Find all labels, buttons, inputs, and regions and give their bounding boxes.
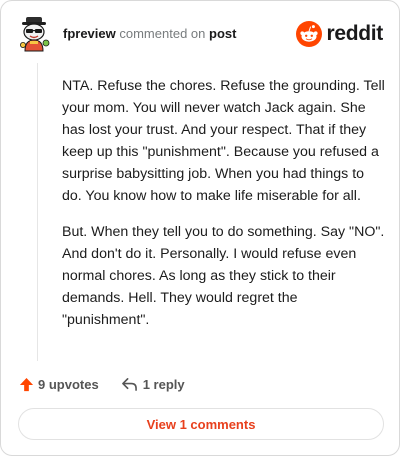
reply-button[interactable]: 1 reply [121,377,185,392]
reply-arrow-icon [121,377,137,391]
reply-count: 1 reply [142,376,185,392]
comment-header: fpreview commented on post reddit [17,15,383,53]
upvote-button[interactable]: 9 upvotes [19,377,99,392]
comment-actions: 9 upvotes 1 reply [19,373,185,395]
post-link[interactable]: post [209,26,236,41]
upvote-arrow-icon [19,377,34,391]
comment-paragraph: NTA. Refuse the chores. Refuse the groun… [62,78,385,204]
reddit-wordmark: reddit [326,22,383,45]
reddit-logo-icon [296,21,323,47]
thread-line [37,63,38,361]
username-link[interactable]: fpreview [63,26,116,41]
upvote-count: 9 upvotes [38,376,99,392]
user-avatar-icon[interactable] [17,15,53,53]
comment-meta: fpreview commented on post [63,26,236,41]
comment-paragraph: But. When they tell you to do something.… [62,224,385,328]
action-text: commented on [119,26,206,41]
view-comments-button[interactable]: View 1 comments [18,408,384,440]
comment-card: fpreview commented on post reddit NTA. R… [0,0,400,456]
comment-body: NTA. Refuse the chores. Refuse the groun… [62,75,387,345]
reddit-logo[interactable]: reddit [296,21,383,47]
